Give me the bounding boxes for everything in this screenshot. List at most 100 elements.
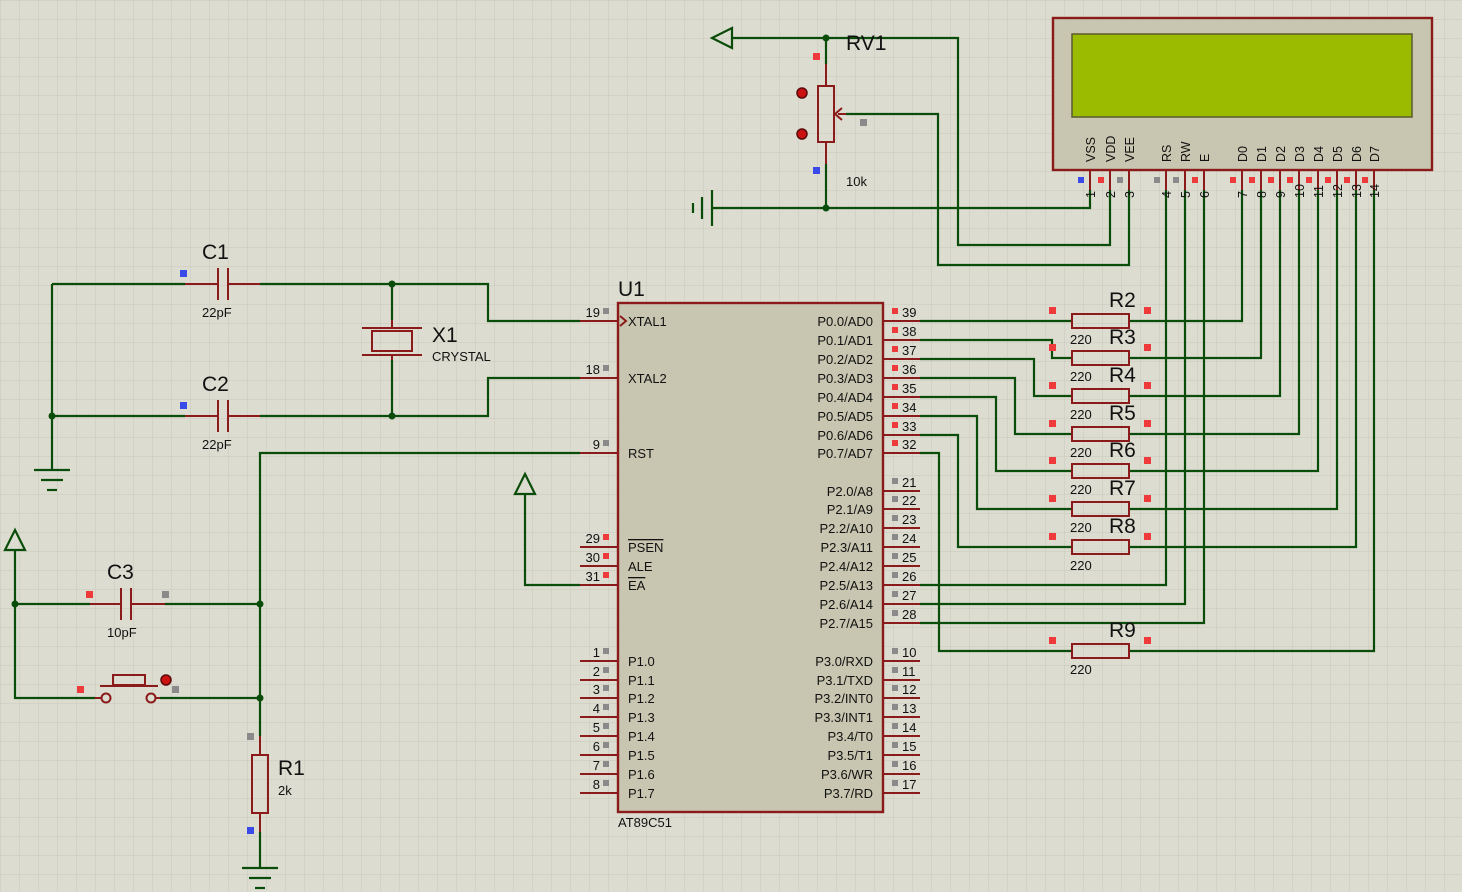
lcd-pin-marker <box>1154 177 1160 183</box>
mcu-pin-number: 4 <box>593 701 600 716</box>
lcd-pin-number: 7 <box>1236 191 1250 198</box>
c1-value: 22pF <box>202 305 232 320</box>
mcu-pin-number: 26 <box>902 569 916 584</box>
lcd-pin-marker <box>1117 177 1123 183</box>
mcu-pin-marker <box>603 572 609 578</box>
lcd-pin-label: RS <box>1160 145 1174 162</box>
mcu-pin-number: 19 <box>586 305 600 320</box>
mcu-pin-number: 22 <box>902 493 916 508</box>
r1-value: 2k <box>278 783 292 798</box>
mcu-pin-marker <box>892 742 898 748</box>
resistor-ref: R5 <box>1109 402 1136 425</box>
mcu-pin-number: 34 <box>902 400 916 415</box>
mcu-pin-marker <box>892 478 898 484</box>
resistor-ref: R2 <box>1109 289 1136 312</box>
mcu-pin-marker <box>892 780 898 786</box>
c3-ref: C3 <box>107 561 134 584</box>
schematic-canvas[interactable]: C1 22pF C2 22pF X1 CRYSTAL C3 10pF R1 2k… <box>0 0 1462 892</box>
mcu-pin-label: P2.6/A14 <box>820 597 874 612</box>
x1-ref: X1 <box>432 324 458 347</box>
mcu-pin-marker <box>892 704 898 710</box>
lcd-pin-label: E <box>1198 154 1212 162</box>
mcu-pin-number: 12 <box>902 682 916 697</box>
lcd-pin-number: 12 <box>1331 184 1345 198</box>
mcu-pin-number: 23 <box>902 512 916 527</box>
mcu-pin-number: 7 <box>593 758 600 773</box>
mcu-pin-label: P0.7/AD7 <box>817 446 873 461</box>
lcd-pin-label: D5 <box>1331 146 1345 162</box>
lcd-pin-label: D6 <box>1350 146 1364 162</box>
mcu-pin-label: XTAL1 <box>628 314 667 329</box>
mcu-pin-label: XTAL2 <box>628 371 667 386</box>
lcd-pin-marker <box>1306 177 1312 183</box>
mcu-pin-label: P1.1 <box>628 673 655 688</box>
mcu-pin-label: P2.0/A8 <box>827 484 873 499</box>
mcu-pin-marker <box>892 534 898 540</box>
mcu-pin-label: P1.2 <box>628 691 655 706</box>
mcu-pin-number: 8 <box>593 777 600 792</box>
mcu-pin-marker <box>892 591 898 597</box>
resistor-ref: R8 <box>1109 515 1136 538</box>
mcu-pin-label: P0.4/AD4 <box>817 390 873 405</box>
mcu-u1[interactable]: U1 AT89C51 19XTAL118XTAL29RST29PSEN30ALE… <box>580 278 920 830</box>
resistor-marker-right <box>1144 382 1151 389</box>
r1-ref: R1 <box>278 757 305 780</box>
mcu-pin-marker <box>603 742 609 748</box>
mcu-pin-number: 37 <box>902 343 916 358</box>
lcd-pin-label: VSS <box>1084 137 1098 162</box>
lcd-pin-marker <box>1287 177 1293 183</box>
mcu-pin-label: P2.1/A9 <box>827 502 873 517</box>
mcu-pin-label: P3.4/T0 <box>827 729 873 744</box>
lcd-pin-number: 6 <box>1198 191 1212 198</box>
mcu-pin-number: 1 <box>593 645 600 660</box>
mcu-pin-marker <box>892 553 898 559</box>
u1-ref: U1 <box>618 278 645 301</box>
resistor-value: 220 <box>1070 445 1092 460</box>
resistor-value: 220 <box>1070 369 1092 384</box>
x1-value: CRYSTAL <box>432 349 491 364</box>
lcd-pin-marker <box>1344 177 1350 183</box>
mcu-pin-marker <box>892 723 898 729</box>
mcu-pin-label: PSEN <box>628 540 663 555</box>
mcu-pin-number: 29 <box>586 531 600 546</box>
mcu-pin-marker <box>892 346 898 352</box>
mcu-pin-number: 36 <box>902 362 916 377</box>
mcu-pin-label: P1.5 <box>628 748 655 763</box>
c2-ref: C2 <box>202 373 229 396</box>
mcu-pin-label: P0.3/AD3 <box>817 371 873 386</box>
resistor-ref: R9 <box>1109 619 1136 642</box>
resistor-value: 220 <box>1070 662 1092 677</box>
resistor-marker-left <box>1049 533 1056 540</box>
lcd-pin-number: 13 <box>1350 184 1364 198</box>
mcu-pin-marker <box>603 780 609 786</box>
mcu-pin-marker <box>603 648 609 654</box>
lcd-pin-label: D3 <box>1293 146 1307 162</box>
mcu-pin-label: P3.6/WR <box>821 767 873 782</box>
lcd-pin-label: VEE <box>1123 137 1137 162</box>
lcd-pin-marker <box>1249 177 1255 183</box>
mcu-pin-label: P1.3 <box>628 710 655 725</box>
lcd-pin-number: 5 <box>1179 191 1193 198</box>
c1-ref: C1 <box>202 241 229 264</box>
lcd-pin-number: 8 <box>1255 191 1269 198</box>
mcu-pin-marker <box>892 610 898 616</box>
resistor-marker-right <box>1144 457 1151 464</box>
lcd-pin-label: VDD <box>1104 136 1118 162</box>
lcd-pin-marker <box>1268 177 1274 183</box>
resistor-value: 220 <box>1070 407 1092 422</box>
mcu-pin-marker <box>892 667 898 673</box>
mcu-pin-number: 25 <box>902 550 916 565</box>
lcd-pin-label: RW <box>1179 141 1193 162</box>
mcu-pin-marker <box>892 384 898 390</box>
mcu-pin-label: EA <box>628 578 646 593</box>
mcu-pin-label: P2.4/A12 <box>820 559 874 574</box>
rv1-ref: RV1 <box>846 32 886 55</box>
lcd-pin-number: 14 <box>1368 184 1382 198</box>
mcu-pin-number: 33 <box>902 419 916 434</box>
resistor-marker-left <box>1049 495 1056 502</box>
lcd-module[interactable]: VSS 1 VDD 2 VEE 3 RS 4 RW 5 E 6 D0 7 D1 8 D2 9 D3 10 D4 11 D5 1… <box>1051 16 1434 198</box>
lcd-pin-number: 10 <box>1293 184 1307 198</box>
mcu-pin-marker <box>892 327 898 333</box>
resistor-ref: R3 <box>1109 326 1136 349</box>
resistor-marker-left <box>1049 637 1056 644</box>
